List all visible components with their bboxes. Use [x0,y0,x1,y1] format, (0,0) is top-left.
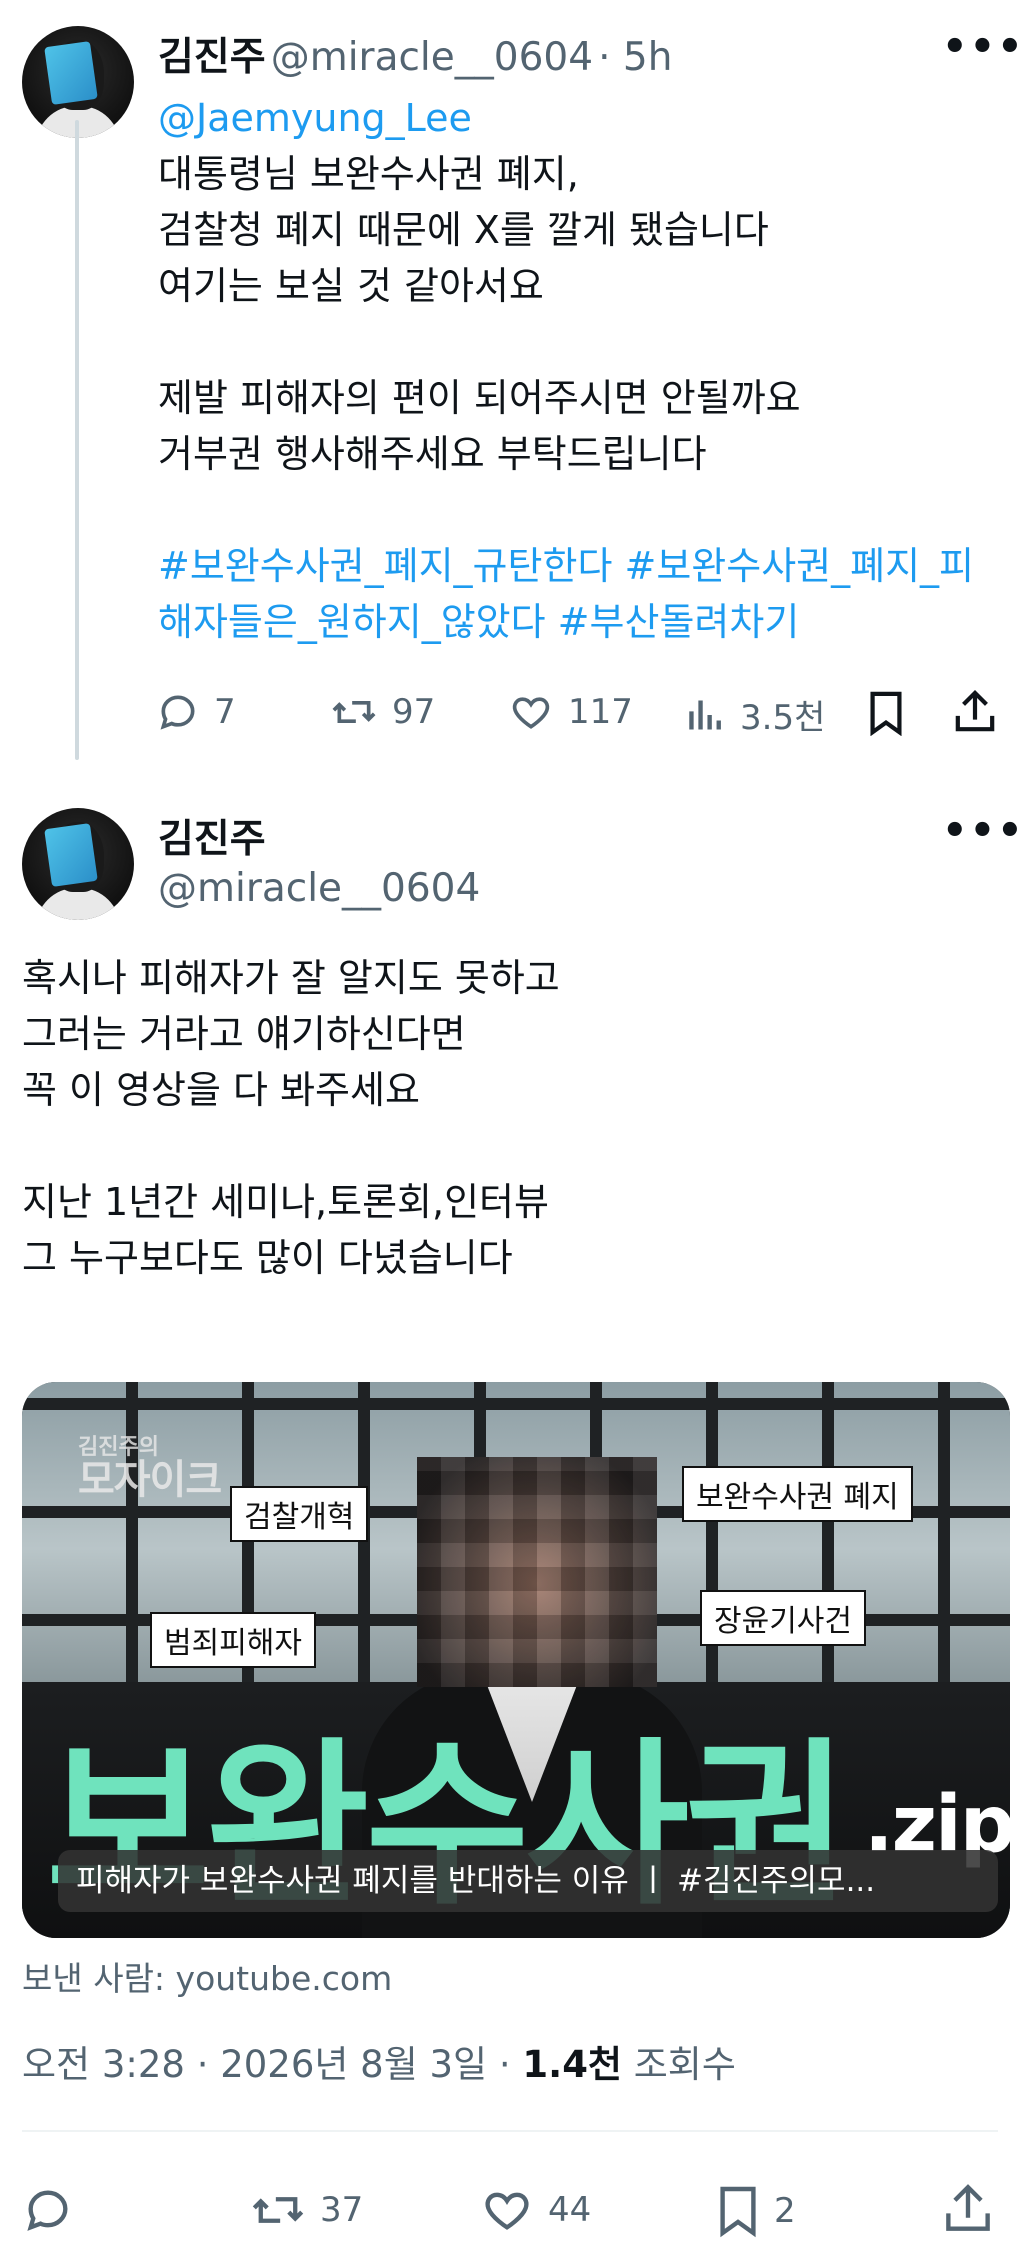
repost-icon [252,2197,304,2223]
repost-button[interactable]: 37 [250,2184,363,2236]
repost-button[interactable]: 97 [330,690,435,734]
text-line: 대통령님 보완수사권 폐지, [158,152,579,196]
divider [22,2130,998,2132]
author-name[interactable]: 김진주 [158,35,266,80]
text-line [158,482,998,538]
video-card[interactable]: 김진주의 모자이크 검찰개혁 보완수사권 폐지 범죄피해자 장윤기사건 보완수사… [22,1382,1010,1938]
tag-abolish: 보완수사권 폐지 [682,1466,913,1522]
main-tweet-text: 혹시나 피해자가 잘 알지도 못하고 그러는 거라고 얘기하신다면 꼭 이 영상… [22,950,1002,1286]
author-handle[interactable]: @miracle__0604 [271,35,593,80]
views-button[interactable]: 3.5천 [686,690,825,739]
reply-tweet-header: 김진주 @miracle__0604 · 5h [158,26,672,82]
repost-count: 97 [392,692,436,732]
bookmark-icon [870,691,902,736]
avatar[interactable] [22,808,134,920]
bookmark-button[interactable] [866,690,906,736]
text-line: 거부권 행사해주세요 부탁드립니다 [158,432,707,476]
channel-logo: 김진주의 모자이크 [78,1435,222,1504]
view-label: 조회수 [621,2043,736,2086]
mosaic-face [417,1457,657,1687]
like-button[interactable]: 117 [508,690,633,734]
share-icon [955,689,995,732]
text-line: 그러는 거라고 얘기하신다면 [22,1012,466,1056]
text-line: 제발 피해자의 편이 되어주시면 안될까요 [158,376,801,420]
share-icon [946,2184,990,2231]
bookmark-count: 2 [774,2191,796,2231]
brand-small: 김진주의 [78,1435,159,1460]
tag-prosecution: 검찰개혁 [230,1486,369,1542]
text-line: 꼭 이 영상을 다 봐주세요 [22,1068,420,1112]
reply-icon [160,695,195,730]
card-source[interactable]: 보낸 사람: youtube.com [22,1952,392,2000]
author-name[interactable]: 김진주 [158,808,266,864]
like-icon [512,697,550,729]
text-line: 혹시나 피해자가 잘 알지도 못하고 [22,956,560,1000]
tweet-time[interactable]: · 5h [598,35,672,80]
like-icon [485,2192,529,2230]
text-line: 지난 1년간 세미나,토론회,인터뷰 [22,1180,549,1224]
view-count: 1.4천 [522,2043,622,2086]
views-count: 3.5천 [740,698,826,738]
hashtag-links[interactable]: 해자들은_원하지_않았다 #부산돌려차기 [158,594,998,650]
text-line [158,314,998,370]
views-icon [689,699,721,730]
text-line: 검찰청 폐지 때문에 X를 깔게 됐습니다 [158,208,769,252]
video-caption[interactable]: 피해자가 보완수사권 폐지를 반대하는 이유 ㅣ #김진주의모... [58,1850,998,1912]
bookmark-button[interactable]: 2 [716,2184,796,2238]
tag-victim: 범죄피해자 [150,1612,316,1668]
like-count: 44 [548,2190,592,2230]
repost-icon [332,701,376,723]
share-button[interactable] [944,2182,992,2236]
tweet-timestamp[interactable]: 오전 3:28 · 2026년 8월 3일 · [22,2043,522,2086]
brand-big: 모자이크 [78,1457,222,1504]
reply-button[interactable] [22,2184,74,2236]
text-line: 여기는 보실 것 같아서요 [158,264,544,308]
repost-count: 37 [320,2190,364,2230]
reply-count: 7 [214,692,236,732]
mention-link[interactable]: @Jaemyung_Lee [158,90,998,146]
more-options-icon[interactable]: ••• [942,808,1021,854]
tag-case: 장윤기사건 [700,1590,866,1646]
text-line [22,1118,1002,1174]
reply-icon [27,2190,68,2231]
like-button[interactable]: 44 [480,2184,591,2236]
tweet-meta: 오전 3:28 · 2026년 8월 3일 · 1.4천 조회수 [22,2034,736,2088]
author-handle[interactable]: @miracle__0604 [158,866,480,911]
more-options-icon[interactable]: ••• [942,24,1021,70]
share-button[interactable] [954,688,996,736]
like-count: 117 [568,692,633,732]
reply-tweet-text: @Jaemyung_Lee 대통령님 보완수사권 폐지, 검찰청 폐지 때문에 … [158,90,998,650]
bookmark-icon [720,2186,756,2238]
reply-button[interactable]: 7 [156,690,236,734]
thread-line [75,120,79,760]
hashtag-links[interactable]: #보완수사권_폐지_규탄한다 #보완수사권_폐지_피 [158,538,998,594]
text-line: 그 누구보다도 많이 다녔습니다 [22,1236,513,1280]
